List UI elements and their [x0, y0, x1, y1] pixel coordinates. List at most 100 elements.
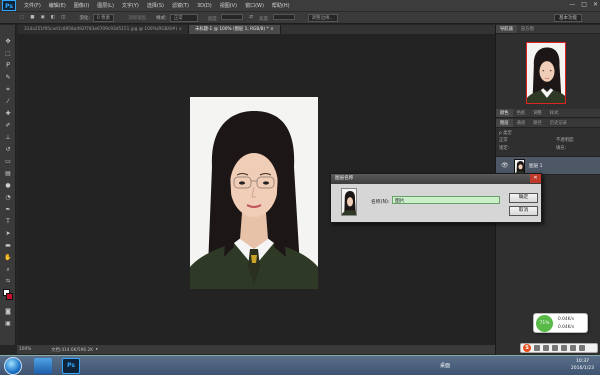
menu-image[interactable]: 图像(I) — [74, 2, 89, 9]
start-button[interactable] — [4, 357, 22, 375]
ime-keyboard-icon[interactable] — [561, 345, 567, 351]
history-brush-tool-icon[interactable]: ↺ — [3, 145, 13, 154]
dialog-close-button[interactable]: ✕ — [530, 174, 541, 183]
layer-name[interactable]: 图层 1 — [529, 163, 543, 169]
menu-select[interactable]: 选择(S) — [147, 2, 164, 9]
tab-history[interactable]: 历史记录 — [546, 119, 571, 127]
intersect-selection-icon[interactable]: ◫ — [61, 15, 65, 20]
close-button[interactable]: ✕ — [593, 1, 598, 8]
zoom-level[interactable]: 100% — [19, 347, 31, 352]
blend-mode-select[interactable]: 正常 — [499, 137, 508, 143]
pen-tool-icon[interactable]: ✒ — [3, 205, 13, 214]
system-clock[interactable]: 10:37 2016/1/23 — [571, 358, 594, 372]
eraser-tool-icon[interactable]: ▭ — [3, 157, 13, 166]
crop-tool-icon[interactable]: ⌗ — [3, 85, 13, 94]
feather-label: 羽化: — [79, 15, 90, 21]
brush-tool-icon[interactable]: ✐ — [3, 121, 13, 130]
tab-histogram[interactable]: 直方图 — [517, 25, 538, 33]
path-select-tool-icon[interactable]: ➤ — [3, 229, 13, 238]
tab-swatches[interactable]: 色板 — [513, 109, 530, 117]
tab-styles[interactable]: 样式 — [546, 109, 563, 117]
eyedropper-tool-icon[interactable]: ⁄ — [3, 97, 13, 106]
tab-close-icon[interactable]: × — [179, 27, 183, 32]
portrait-photo[interactable] — [190, 97, 318, 289]
swap-icon[interactable]: ⇄ — [249, 15, 253, 20]
shape-tool-icon[interactable]: ▬ — [3, 241, 13, 250]
lock-label: 锁定: — [499, 146, 510, 151]
quick-select-tool-icon[interactable]: ✎ — [3, 73, 13, 82]
marquee-tool-icon[interactable]: ⬚ — [20, 15, 24, 20]
add-selection-icon[interactable]: ▣ — [41, 15, 45, 20]
document-tabs: 314a251f95cad1c8958a492f783e6709c93d5151… — [18, 25, 495, 34]
tab-close-icon[interactable]: × — [270, 27, 274, 32]
ime-skin-icon[interactable] — [570, 345, 576, 351]
new-selection-icon[interactable]: ■ — [30, 15, 34, 20]
tab-channels[interactable]: 通道 — [513, 119, 530, 127]
workspace-select[interactable]: 基本功能 — [554, 14, 582, 22]
menu-help[interactable]: 帮助(H) — [272, 2, 290, 9]
subtract-selection-icon[interactable]: ◧ — [51, 15, 55, 20]
eye-icon[interactable]: 👁 — [501, 162, 509, 169]
style-select[interactable]: 正常 — [169, 13, 198, 22]
dodge-tool-icon[interactable]: ◔ — [3, 193, 13, 202]
maximize-button[interactable]: □ — [581, 1, 587, 8]
zoom-tool-icon[interactable]: ⌕ — [3, 265, 13, 274]
expand-arrow-icon[interactable]: ▸ — [96, 347, 98, 352]
feather-input[interactable]: 0 像素 — [92, 13, 115, 22]
type-tool-icon[interactable]: T — [3, 217, 13, 226]
ie-taskbar-icon[interactable] — [34, 358, 52, 374]
gradient-tool-icon[interactable]: ▤ — [3, 169, 13, 178]
screen-mode-icon[interactable]: ▣ — [3, 319, 13, 328]
menu-window[interactable]: 窗口(W) — [245, 2, 264, 9]
tab-navigator[interactable]: 导航器 — [496, 25, 517, 33]
minimize-button[interactable]: — — [569, 1, 575, 8]
layer-thumbnail — [514, 159, 525, 174]
hand-tool-icon[interactable]: ✋ — [3, 253, 13, 262]
quick-mask-icon[interactable]: ◙ — [3, 307, 13, 316]
tab-color[interactable]: 颜色 — [496, 109, 513, 117]
taskbar: Ps 桌面 10:37 2016/1/23 — [0, 355, 600, 375]
healing-brush-tool-icon[interactable]: ✚ — [3, 109, 13, 118]
opacity-label: 不透明度: — [556, 138, 575, 143]
lasso-tool-icon[interactable]: ᑭ — [3, 61, 13, 70]
ime-toolbar[interactable]: S — [520, 343, 598, 353]
menu-type[interactable]: 文字(Y) — [122, 2, 139, 9]
menu-3d[interactable]: 3D(D) — [197, 3, 212, 9]
dialog-titlebar[interactable]: 图层名称 ✕ — [331, 174, 541, 184]
sogou-logo-icon[interactable]: S — [523, 344, 531, 352]
layer-name-input[interactable] — [392, 196, 500, 204]
move-tool-icon[interactable]: ✥ — [3, 37, 13, 46]
menu-filter[interactable]: 滤镜(T) — [172, 2, 189, 9]
antialias-checkbox[interactable]: 消除锯齿 — [128, 15, 146, 21]
ok-button[interactable]: 确定 — [509, 193, 538, 203]
marquee-tool-icon[interactable]: ⬚ — [3, 49, 13, 58]
fill-label: 填充: — [556, 146, 567, 151]
ime-voice-icon[interactable] — [552, 345, 558, 351]
menu-layer[interactable]: 图层(L) — [97, 2, 114, 9]
navigator-preview[interactable] — [526, 42, 566, 104]
clone-stamp-tool-icon[interactable]: ⊥ — [3, 133, 13, 142]
menu-edit[interactable]: 编辑(E) — [49, 2, 66, 9]
photoshop-taskbar-icon[interactable]: Ps — [62, 358, 80, 374]
navigator-panel-tabs: 导航器 直方图 — [496, 25, 600, 34]
tab-adjustments[interactable]: 调整 — [529, 109, 546, 117]
refine-edge-button[interactable]: 调整边缘... — [307, 13, 338, 22]
ime-mode-icon[interactable] — [534, 345, 540, 351]
ime-punct-icon[interactable] — [543, 345, 549, 351]
height-input[interactable] — [272, 13, 295, 20]
layer-filter[interactable]: ρ 类型 — [499, 130, 512, 136]
background-color-swatch[interactable] — [6, 293, 13, 300]
ime-tools-icon[interactable] — [579, 345, 585, 351]
menu-file[interactable]: 文件(F) — [24, 2, 41, 9]
swap-colors-icon[interactable]: ⇆ — [3, 277, 13, 286]
tab-document-2[interactable]: 未标题-1 @ 100% (图层 1, RGB/8) * × — [189, 25, 281, 34]
cancel-button[interactable]: 取消 — [509, 206, 538, 216]
menu-view[interactable]: 视图(V) — [220, 2, 237, 9]
desktop-toolbar-label[interactable]: 桌面 — [440, 362, 450, 369]
tab-document-1[interactable]: 314a251f95cad1c8958a492f783e6709c93d5151… — [18, 25, 190, 34]
tab-paths[interactable]: 路径 — [529, 119, 546, 127]
tab-layers[interactable]: 图层 — [496, 119, 513, 127]
width-input[interactable] — [221, 13, 244, 20]
network-speed-widget[interactable]: 71% 0.04K/s 0.04K/s — [533, 313, 588, 333]
blur-tool-icon[interactable]: ● — [3, 181, 13, 190]
